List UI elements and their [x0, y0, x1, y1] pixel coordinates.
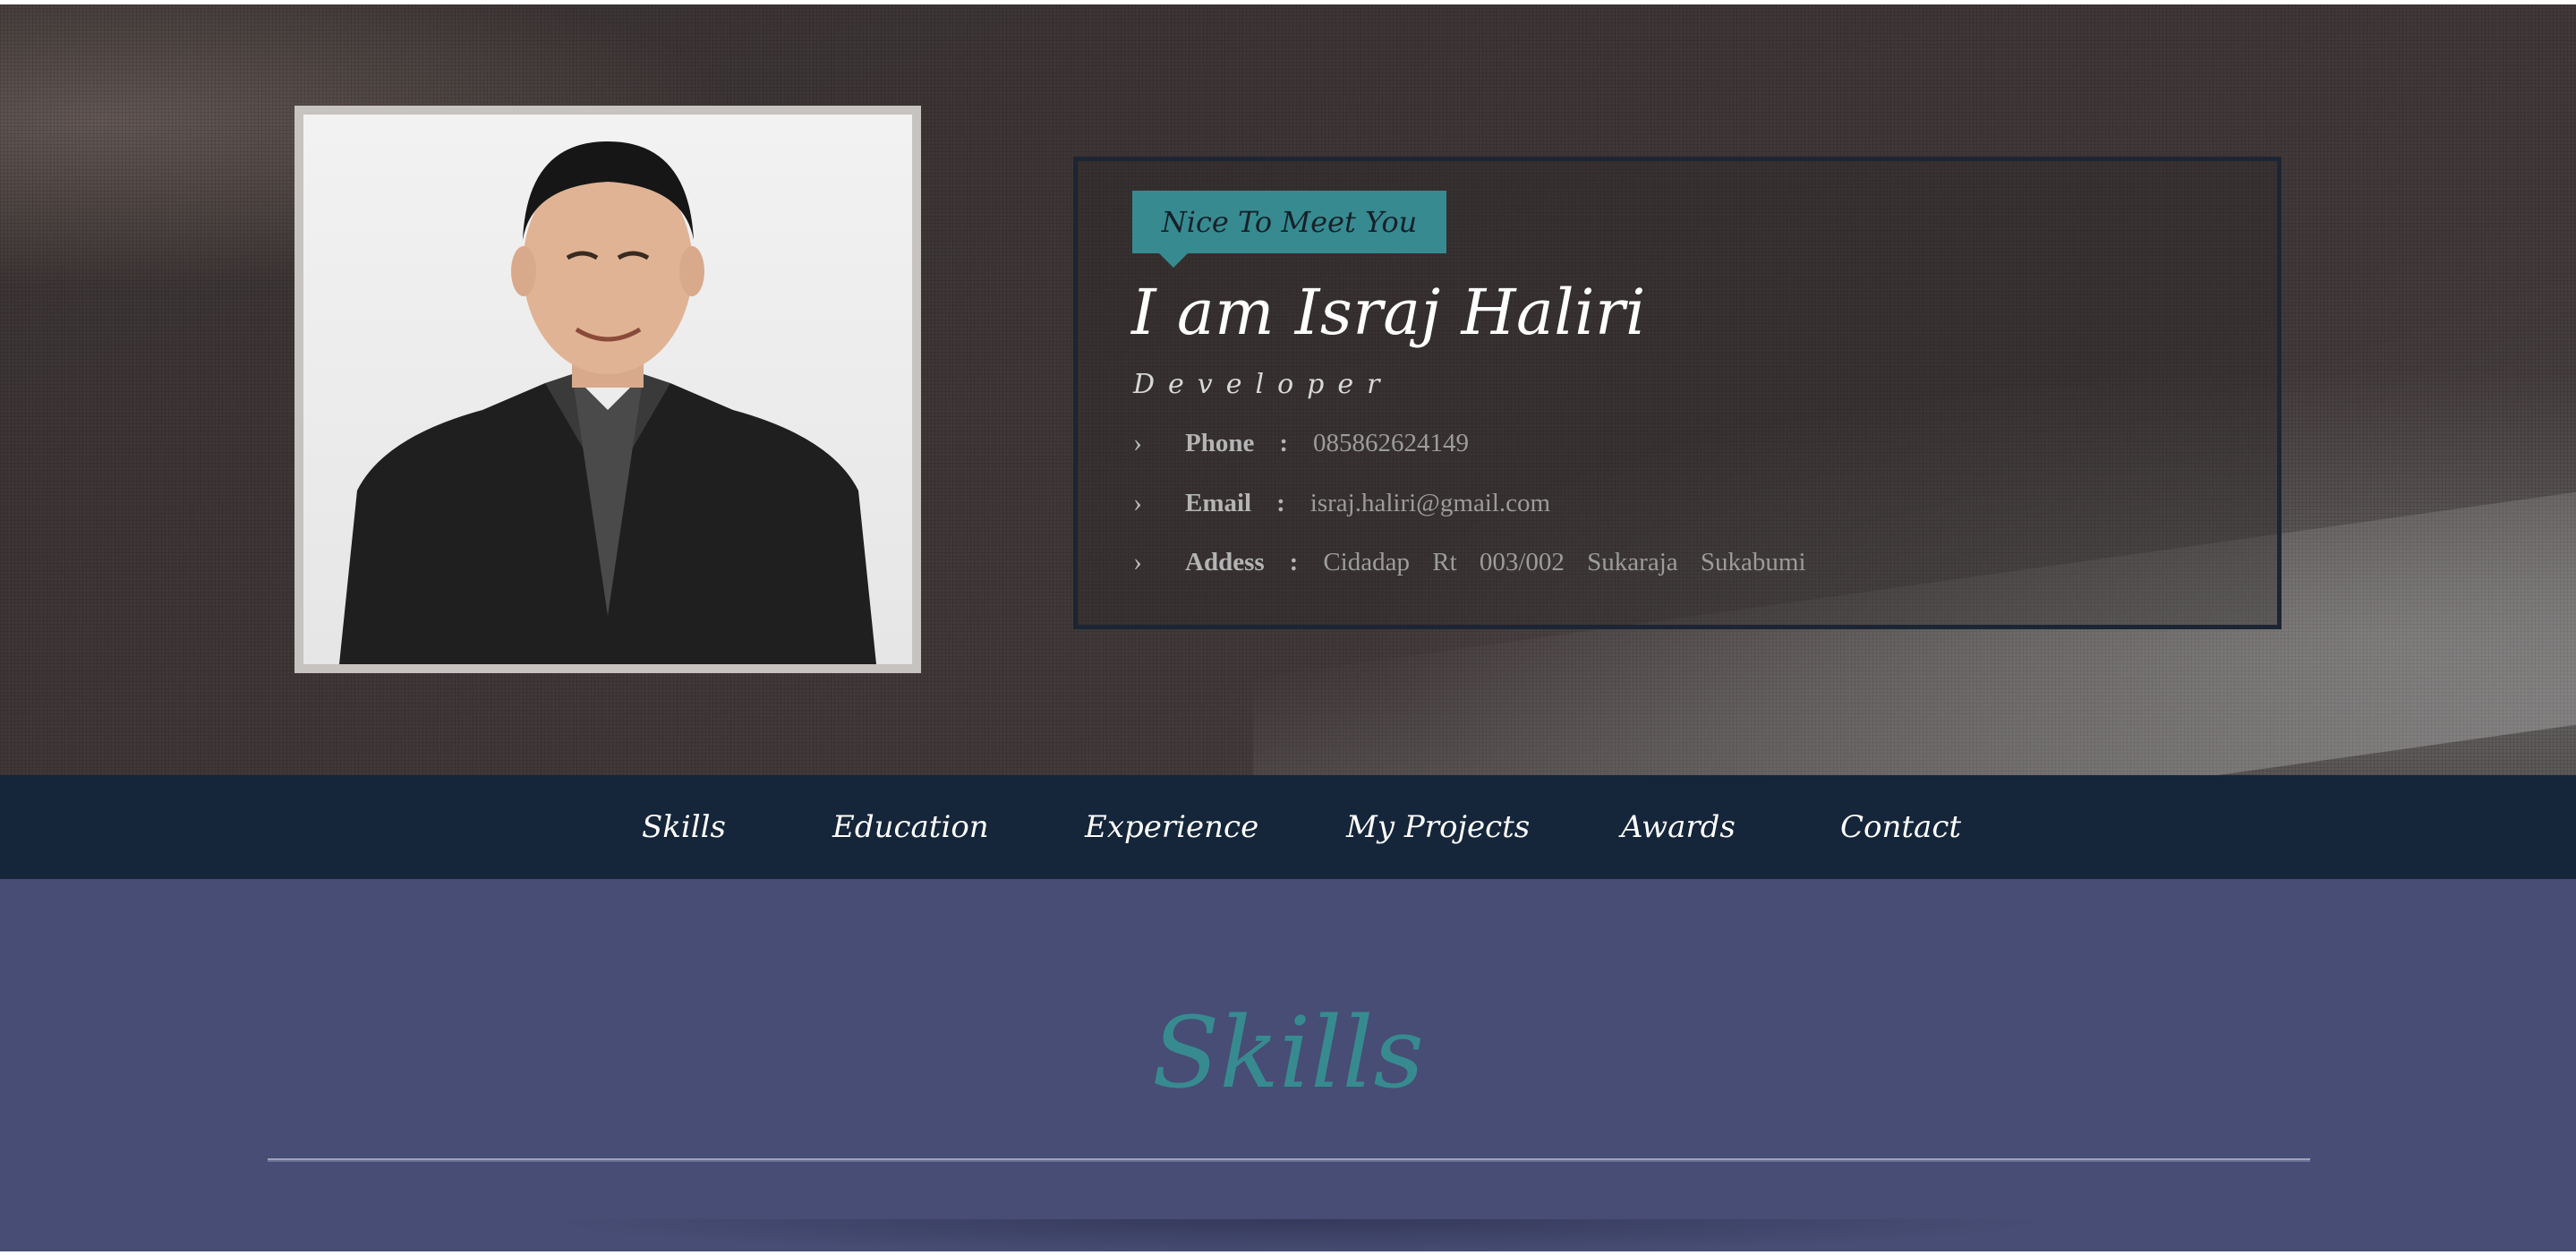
profile-photo: [303, 115, 912, 664]
chevron-right-icon: ›: [1133, 547, 1142, 576]
hero-name: I am Israj Haliri: [1131, 276, 1646, 349]
nav-item-awards[interactable]: Awards: [1621, 775, 1736, 879]
main-navbar: Skills Education Experience My Projects …: [0, 775, 2576, 879]
info-colon: :: [1279, 428, 1289, 457]
skills-section: Skills: [0, 879, 2576, 1255]
info-label: Phone: [1185, 428, 1255, 457]
hero-header: Nice To Meet You I am Israj Haliri Devel…: [0, 4, 2576, 775]
section-divider: [268, 1158, 2310, 1162]
info-colon: :: [1289, 547, 1299, 576]
greeting-ribbon: Nice To Meet You: [1132, 191, 1446, 268]
profile-photo-frame: [294, 106, 921, 673]
info-row-email: › Email : israj.haliri@gmail.com: [1133, 481, 2028, 525]
info-row-phone: › Phone : 085862624149: [1133, 421, 2028, 465]
chevron-right-icon: ›: [1133, 428, 1142, 457]
person-portrait-illustration: [339, 141, 876, 664]
section-title: Skills: [1151, 995, 1424, 1110]
nav-item-contact[interactable]: Contact: [1840, 775, 1961, 879]
section-shadow: [537, 1219, 2059, 1255]
info-value-phone: 085862624149: [1313, 428, 1470, 457]
intro-card: Nice To Meet You I am Israj Haliri Devel…: [1073, 157, 2282, 629]
info-row-address: › Addess : Cidadap Rt 003/002 Sukaraja S…: [1133, 540, 2028, 585]
info-label: Email: [1185, 488, 1252, 517]
nav-item-skills[interactable]: Skills: [642, 775, 726, 879]
chevron-right-icon: ›: [1133, 488, 1142, 517]
info-value-address: Cidadap Rt 003/002 Sukaraja Sukabumi: [1323, 547, 1806, 576]
hero-role: Developer: [1133, 369, 1394, 400]
info-label: Addess: [1185, 547, 1265, 576]
nav-item-education[interactable]: Education: [832, 775, 989, 879]
nav-item-my-projects[interactable]: My Projects: [1346, 775, 1530, 879]
info-colon: :: [1276, 488, 1285, 517]
info-value-email: israj.haliri@gmail.com: [1309, 488, 1551, 517]
nav-item-experience[interactable]: Experience: [1085, 775, 1258, 879]
